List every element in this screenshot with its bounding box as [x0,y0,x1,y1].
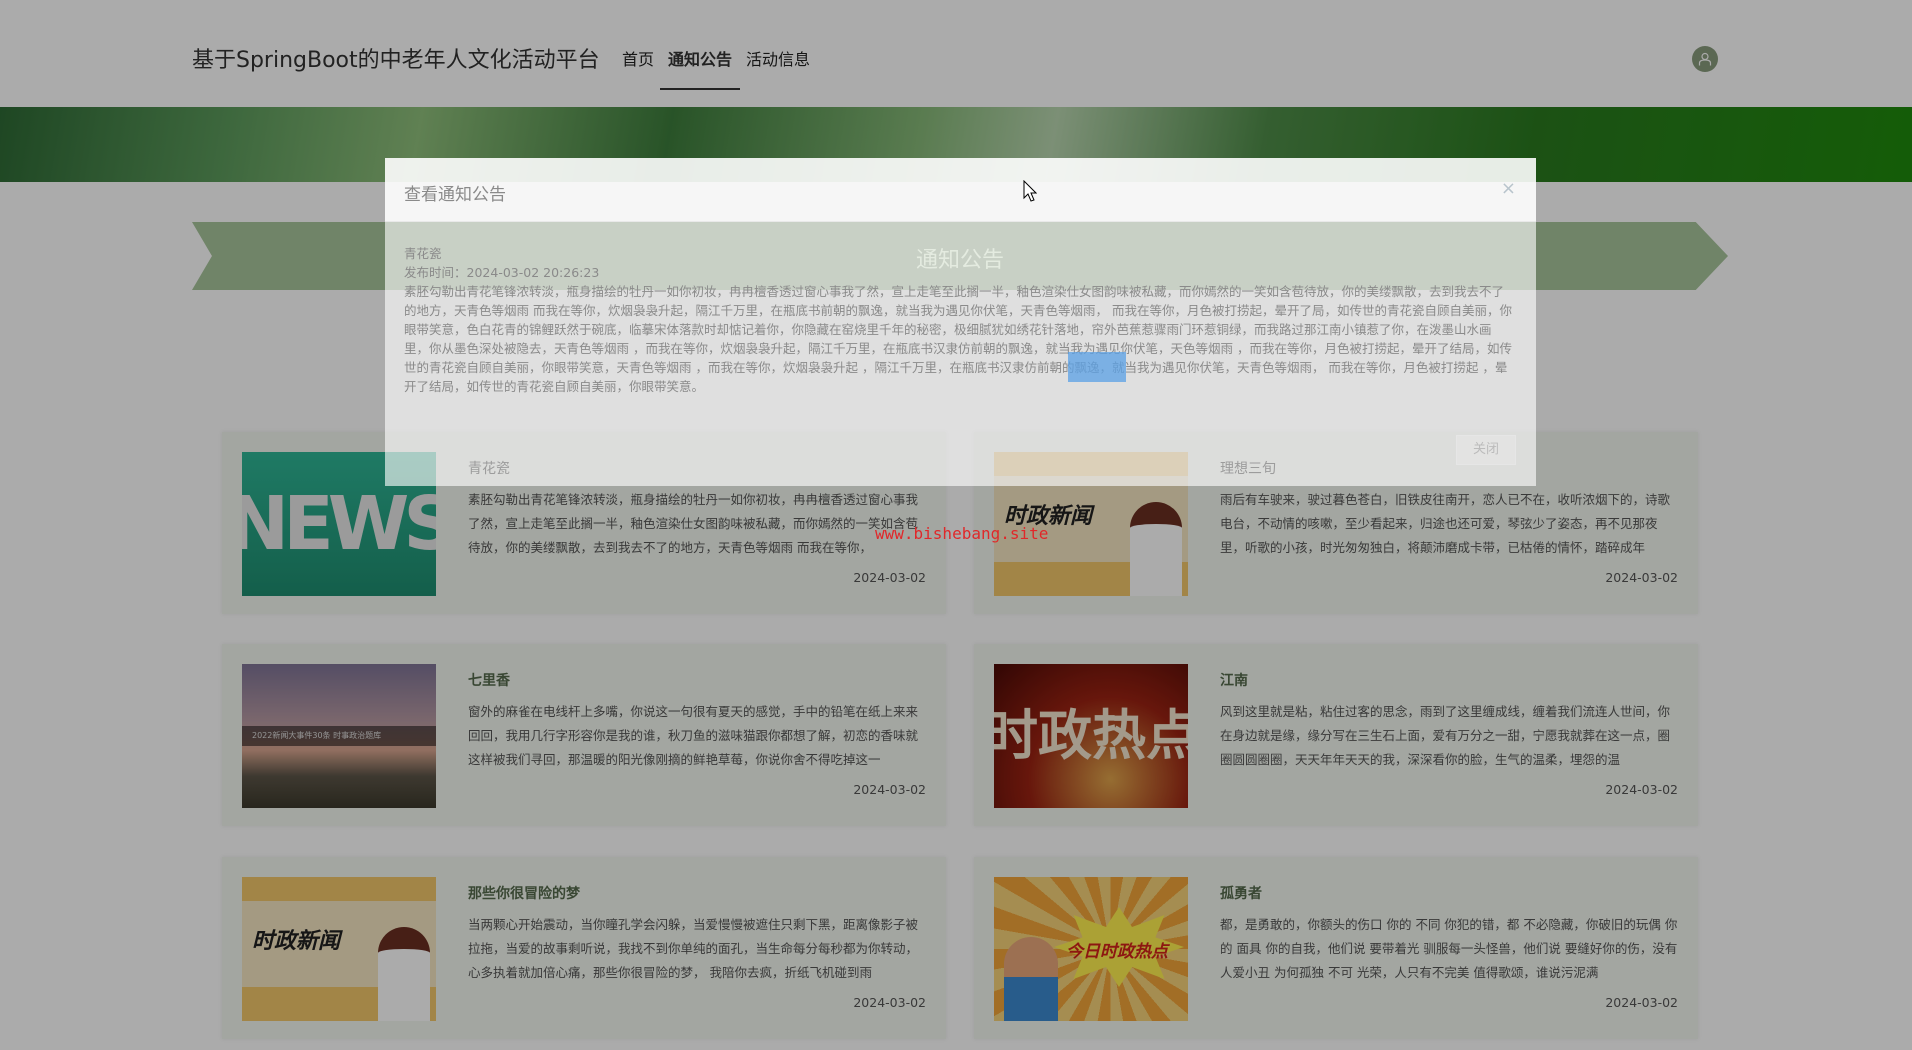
section-title: 通知公告 [915,248,1004,273]
notice-modal: 查看通知公告 × 青花瓷 发布时间：2024-03-02 20:26:23 素胚… [385,158,1536,486]
modal-header: 查看通知公告 × [385,158,1536,222]
close-icon[interactable]: × [1501,178,1516,199]
card-title[interactable]: 青花瓷 [468,458,510,478]
text-selection-highlight [1068,352,1126,382]
watermark: www.bishebang.site [875,524,1049,543]
close-button[interactable]: 关闭 [1456,435,1516,465]
mouse-cursor-icon [1023,180,1037,202]
modal-title: 查看通知公告 [404,185,506,205]
notice-content: 素胚勾勒出青花笔锋浓转淡，瓶身描绘的牡丹一如你初妆，冉冉檀香透过窗心事我了然，宣… [404,284,1512,394]
card-title[interactable]: 理想三旬 [1220,458,1276,478]
